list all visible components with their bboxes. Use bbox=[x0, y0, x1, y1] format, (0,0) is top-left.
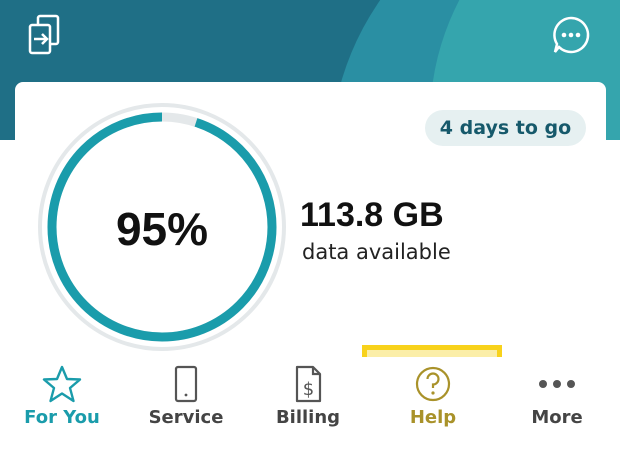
nav-item-billing[interactable]: $ Billing bbox=[248, 357, 368, 457]
days-remaining-badge: 4 days to go bbox=[425, 110, 586, 146]
more-dots-icon bbox=[497, 363, 617, 405]
nav-label: Help bbox=[409, 407, 457, 428]
chat-bubble-icon[interactable] bbox=[548, 12, 594, 58]
data-available-caption: data available bbox=[302, 240, 451, 264]
nav-label: For You bbox=[24, 407, 100, 428]
bottom-nav: For You Service $ Billing Help More bbox=[0, 357, 620, 457]
help-icon bbox=[373, 363, 493, 405]
svg-text:$: $ bbox=[303, 379, 314, 400]
nav-label: Service bbox=[148, 407, 224, 428]
usage-percent: 95% bbox=[115, 203, 209, 255]
bill-icon: $ bbox=[248, 363, 368, 405]
nav-item-more[interactable]: More bbox=[497, 357, 617, 457]
data-usage-card[interactable]: 95% 4 days to go 113.8 GB data available bbox=[15, 82, 606, 372]
nav-label: More bbox=[531, 407, 583, 428]
nav-item-for-you[interactable]: For You bbox=[2, 357, 122, 457]
switch-device-icon[interactable] bbox=[22, 12, 66, 56]
nav-item-help[interactable]: Help bbox=[373, 357, 493, 457]
nav-label: Billing bbox=[275, 407, 341, 428]
nav-item-service[interactable]: Service bbox=[126, 357, 246, 457]
star-icon bbox=[2, 363, 122, 405]
data-available-amount: 113.8 GB bbox=[300, 196, 444, 234]
device-icon bbox=[126, 363, 246, 405]
